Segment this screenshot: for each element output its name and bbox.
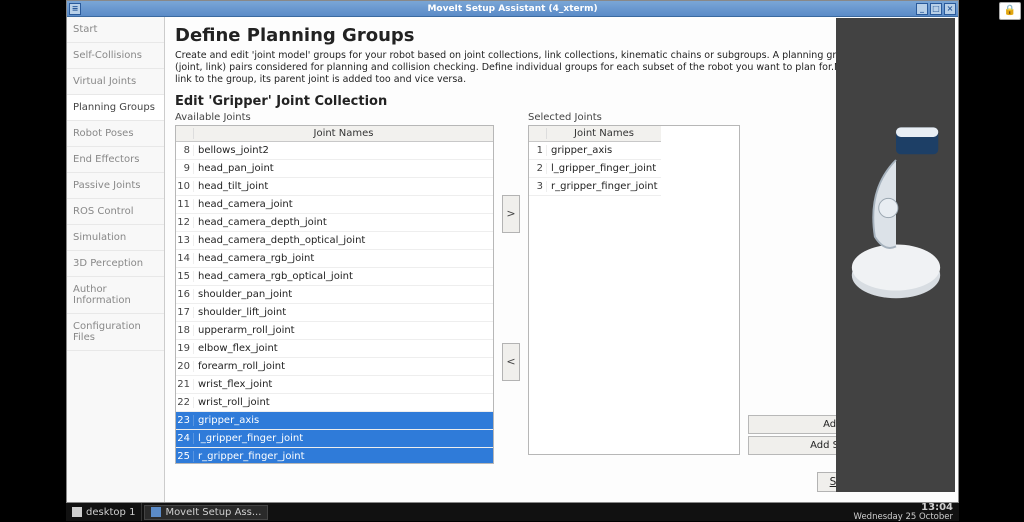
page-title: Define Planning Groups <box>175 25 948 46</box>
move-right-button[interactable]: > <box>502 195 520 233</box>
table-row[interactable]: 2l_gripper_finger_joint <box>529 160 661 178</box>
selected-label: Selected Joints <box>528 112 740 123</box>
close-icon[interactable]: × <box>944 3 956 15</box>
desktop-icon <box>72 507 82 517</box>
table-row[interactable]: 1gripper_axis <box>529 142 661 160</box>
table-row[interactable]: 14head_camera_rgb_joint <box>176 250 493 268</box>
table-row[interactable]: 22wrist_roll_joint <box>176 394 493 412</box>
table-row[interactable]: 20forearm_roll_joint <box>176 358 493 376</box>
sidebar-item-end-effectors[interactable]: End Effectors <box>67 147 164 173</box>
taskbar-app[interactable]: MoveIt Setup Ass... <box>144 505 268 520</box>
sidebar-item-virtual-joints[interactable]: Virtual Joints <box>67 69 164 95</box>
window-title: MoveIt Setup Assistant (4_xterm) <box>427 4 597 14</box>
keyboard-indicator[interactable]: 🔒 <box>999 2 1021 20</box>
table-row[interactable]: 10head_tilt_joint <box>176 178 493 196</box>
table-row[interactable]: 19elbow_flex_joint <box>176 340 493 358</box>
page-subheading: Edit 'Gripper' Joint Collection <box>175 94 948 109</box>
minimize-icon[interactable]: _ <box>916 3 928 15</box>
page-description: Create and edit 'joint model' groups for… <box>175 50 948 86</box>
move-left-button[interactable]: < <box>502 343 520 381</box>
table-row[interactable]: 12head_camera_depth_joint <box>176 214 493 232</box>
table-row[interactable]: 15head_camera_rgb_optical_joint <box>176 268 493 286</box>
selected-header: Joint Names <box>547 128 661 139</box>
show-desktop-button[interactable]: desktop 1 <box>66 503 142 521</box>
sidebar-item-planning-groups[interactable]: Planning Groups <box>67 95 164 121</box>
sidebar-item-3d-perception[interactable]: 3D Perception <box>67 251 164 277</box>
window-menu-icon[interactable]: ≡ <box>69 3 81 15</box>
sidebar: StartSelf-CollisionsVirtual JointsPlanni… <box>67 17 165 502</box>
titlebar[interactable]: ≡ MoveIt Setup Assistant (4_xterm) _ □ × <box>67 1 958 17</box>
available-header: Joint Names <box>194 128 493 139</box>
clock[interactable]: 13:04 Wednesday 25 October <box>848 503 959 522</box>
table-row[interactable]: 13head_camera_depth_optical_joint <box>176 232 493 250</box>
available-table[interactable]: Joint Names 8bellows_joint29head_pan_joi… <box>175 125 494 464</box>
table-row[interactable]: 3r_gripper_finger_joint <box>529 178 661 196</box>
available-label: Available Joints <box>175 112 494 123</box>
table-row[interactable]: 21wrist_flex_joint <box>176 376 493 394</box>
table-row[interactable]: 25r_gripper_finger_joint <box>176 448 493 463</box>
table-row[interactable]: 18upperarm_roll_joint <box>176 322 493 340</box>
sidebar-item-simulation[interactable]: Simulation <box>67 225 164 251</box>
sidebar-item-configuration-files[interactable]: Configuration Files <box>67 314 164 351</box>
taskbar[interactable]: desktop 1 MoveIt Setup Ass... 13:04 Wedn… <box>66 503 959 521</box>
robot-3d-view[interactable] <box>836 18 955 492</box>
sidebar-item-self-collisions[interactable]: Self-Collisions <box>67 43 164 69</box>
sidebar-item-robot-poses[interactable]: Robot Poses <box>67 121 164 147</box>
sidebar-item-passive-joints[interactable]: Passive Joints <box>67 173 164 199</box>
sidebar-item-author-information[interactable]: Author Information <box>67 277 164 314</box>
table-row[interactable]: 8bellows_joint2 <box>176 142 493 160</box>
table-row[interactable]: 17shoulder_lift_joint <box>176 304 493 322</box>
app-icon <box>151 507 161 517</box>
sidebar-item-start[interactable]: Start <box>67 17 164 43</box>
maximize-icon[interactable]: □ <box>930 3 942 15</box>
robot-icon <box>848 98 944 318</box>
app-window: ≡ MoveIt Setup Assistant (4_xterm) _ □ ×… <box>66 0 959 503</box>
sidebar-item-ros-control[interactable]: ROS Control <box>67 199 164 225</box>
selected-table[interactable]: Joint Names 1gripper_axis2l_gripper_fing… <box>528 125 740 455</box>
table-row[interactable]: 23gripper_axis <box>176 412 493 430</box>
table-row[interactable]: 24l_gripper_finger_joint <box>176 430 493 448</box>
table-row[interactable]: 11head_camera_joint <box>176 196 493 214</box>
table-row[interactable]: 9head_pan_joint <box>176 160 493 178</box>
table-row[interactable]: 16shoulder_pan_joint <box>176 286 493 304</box>
